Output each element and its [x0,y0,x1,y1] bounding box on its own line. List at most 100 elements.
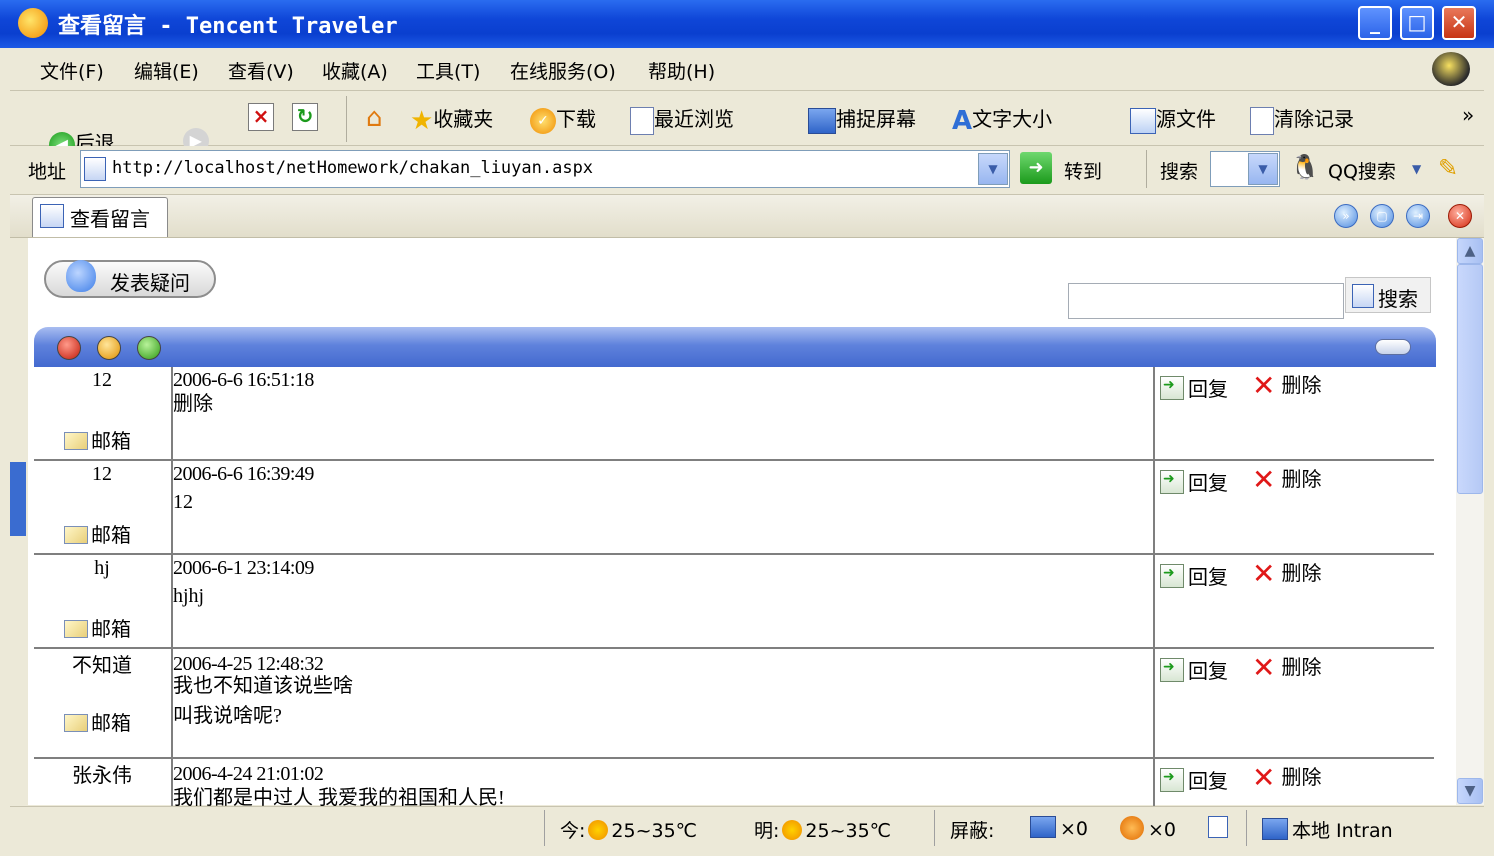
post-message: 我也不知道该说些啥 叫我说啥呢? [173,675,353,727]
sidebar-expand-icon[interactable] [10,462,26,536]
author-name: 12 [92,369,112,391]
reply-link[interactable]: 回复 [1160,561,1228,590]
tab-pin-icon[interactable]: ⇥ [1406,204,1430,228]
maximize-button[interactable]: □ [1400,6,1434,40]
window-title: 查看留言 - Tencent Traveler [58,14,398,39]
tab-label: 查看留言 [70,207,150,231]
reply-link[interactable]: 回复 [1160,655,1228,684]
brand-orb-icon [1432,52,1470,86]
menu-tools[interactable]: 工具(T) [416,57,480,84]
go-button[interactable]: 转到 [1064,157,1102,184]
tab-close-icon[interactable]: ✕ [1448,204,1472,228]
scroll-down-button[interactable]: ▼ [1457,778,1483,804]
sidebar-toggle-strip[interactable] [10,238,29,805]
page-icon [84,157,106,181]
yellow-light-icon [97,336,121,360]
message-panel-header [34,327,1436,367]
delete-link[interactable]: ✕ 删除 [1252,557,1321,590]
delete-link[interactable]: ✕ 删除 [1252,369,1321,402]
post-date: 2006-6-6 16:39:49 [173,463,314,485]
download-button[interactable]: ✓ 下载 [530,103,596,134]
table-row: 12 2006-6-6 16:39:49 12 邮箱 回复 ✕删除 [34,461,1434,555]
scroll-up-button[interactable]: ▲ [1457,238,1483,264]
ad-block-counter[interactable]: ×0 [1120,816,1176,841]
red-light-icon [57,336,81,360]
tab-list-icon[interactable]: » [1334,204,1358,228]
qq-penguin-icon: 🐧 [1290,153,1320,181]
mail-link[interactable]: 邮箱 [64,613,131,642]
vertical-scrollbar[interactable]: ▲ ▼ [1456,238,1484,805]
refresh-button[interactable]: ↻ [292,103,318,131]
view-source-icon [1130,107,1156,134]
close-button[interactable]: ✕ [1442,6,1476,40]
envelope-icon [64,714,88,732]
home-button[interactable]: ⌂ [366,103,383,133]
computer-icon [1262,818,1288,840]
reply-link[interactable]: 回复 [1160,373,1228,402]
search-engine-dropdown[interactable]: ▼ [1248,153,1278,185]
search-button-label: 搜索 [1378,287,1418,311]
search-input[interactable] [1068,283,1344,319]
reply-icon [1160,470,1184,494]
qq-search-button[interactable]: QQ搜索 [1328,157,1396,184]
panel-collapse-button[interactable] [1375,339,1411,355]
menu-favorites[interactable]: 收藏(A) [322,57,388,84]
stop-button[interactable]: × [248,103,274,131]
tab-restore-icon[interactable]: ▢ [1370,204,1394,228]
delete-link[interactable]: ✕ 删除 [1252,761,1321,794]
star-icon: ★ [410,105,434,136]
delete-link[interactable]: ✕ 删除 [1252,651,1321,684]
favorites-button[interactable]: ★收藏夹 [410,103,493,136]
envelope-icon [64,620,88,638]
capture-screen-icon [808,107,836,134]
pen-icon[interactable]: ✎ [1438,154,1458,182]
menu-file[interactable]: 文件(F) [40,57,104,84]
table-row: 不知道 2006-4-25 12:48:32 我也不知道该说些啥 叫我说啥呢? … [34,649,1434,759]
reply-icon [1160,768,1184,792]
delete-link[interactable]: ✕ 删除 [1252,463,1321,496]
menu-edit[interactable]: 编辑(E) [134,57,199,84]
ad-filter-icon [1208,816,1228,838]
mail-link[interactable]: 邮箱 [64,425,131,454]
capture-button[interactable]: 捕捉屏幕 [808,103,916,134]
post-message: hjhj [173,585,205,607]
address-dropdown-button[interactable]: ▼ [978,153,1008,185]
reply-link[interactable]: 回复 [1160,765,1228,794]
status-divider [934,810,935,846]
delete-x-icon: ✕ [1252,463,1276,496]
author-name: 张永伟 [72,765,132,787]
menu-online-services[interactable]: 在线服务(O) [510,57,616,84]
qq-search-dropdown-icon[interactable]: ▼ [1412,162,1421,176]
download-icon: ✓ [530,107,556,134]
table-row: 12 2006-6-6 16:51:18 删除 邮箱 回复 ✕删除 [34,367,1434,461]
post-question-label: 发表疑问 [110,271,190,295]
block-label: 屏蔽: [950,820,995,842]
address-url[interactable]: http://localhost/netHomework/chakan_liuy… [112,158,593,178]
tab-strip [10,195,1484,239]
ad-filter-toggle[interactable] [1208,816,1228,840]
source-button[interactable]: 源文件 [1130,103,1216,134]
toolbar-overflow-button[interactable]: » [1462,103,1474,127]
author-name: hj [94,557,110,579]
go-arrow-icon[interactable]: ➜ [1020,152,1052,184]
search-page-icon [1352,284,1374,308]
menu-help[interactable]: 帮助(H) [648,57,715,84]
mail-link[interactable]: 邮箱 [64,519,131,548]
delete-x-icon: ✕ [1252,369,1276,402]
home-icon: ⌂ [366,103,383,133]
status-divider [1246,810,1247,846]
reply-icon [1160,564,1184,588]
clear-history-button[interactable]: 清除记录 [1250,103,1354,135]
scroll-thumb[interactable] [1457,264,1483,494]
toolbar-divider [346,96,347,142]
mail-link[interactable]: 邮箱 [64,707,131,736]
popup-block-counter[interactable]: ×0 [1030,816,1088,840]
reply-link[interactable]: 回复 [1160,467,1228,496]
security-zone: 本地 Intran [1262,816,1393,843]
minimize-button[interactable]: _ [1358,6,1392,40]
tab-page-icon [40,204,64,228]
chevron-down-icon: ▼ [988,162,998,176]
close-icon: ✕ [1450,10,1468,34]
menu-view[interactable]: 查看(V) [228,57,294,84]
maximize-icon: □ [1407,10,1427,34]
